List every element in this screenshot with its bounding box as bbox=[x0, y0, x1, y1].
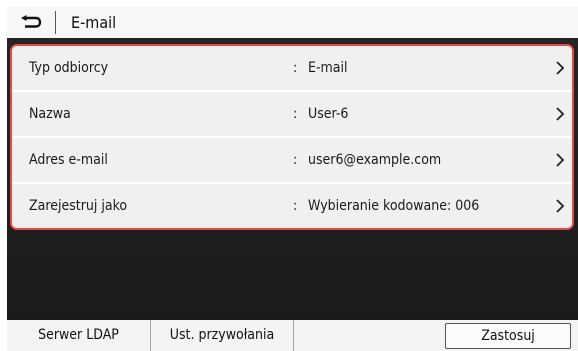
apply-button[interactable]: Zastosuj bbox=[445, 323, 571, 349]
back-button[interactable] bbox=[7, 7, 54, 38]
call-settings-button[interactable]: Ust. przywołania bbox=[151, 320, 293, 351]
row-register-as[interactable]: Zarejestruj jako : Wybieranie kodowane: … bbox=[12, 184, 572, 228]
chevron-right-icon bbox=[556, 199, 565, 213]
row-email-address[interactable]: Adres e-mail : user6@example.com bbox=[12, 138, 572, 182]
row-separator: : bbox=[293, 60, 298, 76]
recipient-settings-list: Typ odbiorcy : E-mail Nazwa : User-6 Adr… bbox=[10, 44, 574, 230]
title-divider bbox=[55, 11, 56, 34]
row-recipient-type[interactable]: Typ odbiorcy : E-mail bbox=[12, 46, 572, 90]
back-arrow-icon bbox=[20, 14, 41, 28]
chevron-right-icon bbox=[556, 153, 565, 167]
row-name[interactable]: Nazwa : User-6 bbox=[12, 92, 572, 136]
row-separator: : bbox=[293, 106, 298, 122]
row-label: Adres e-mail bbox=[29, 152, 108, 168]
device-screen: E-mail Typ odbiorcy : E-mail Nazwa : Use… bbox=[7, 7, 578, 351]
page-title: E-mail bbox=[71, 13, 117, 32]
title-bar: E-mail bbox=[7, 7, 578, 38]
row-value: Wybieranie kodowane: 006 bbox=[308, 198, 480, 214]
bottom-toolbar: Serwer LDAP Ust. przywołania Zastosuj bbox=[7, 320, 578, 351]
row-label: Nazwa bbox=[29, 106, 71, 122]
row-value: User-6 bbox=[308, 106, 349, 122]
chevron-right-icon bbox=[556, 61, 565, 75]
row-value: user6@example.com bbox=[308, 152, 442, 168]
row-value: E-mail bbox=[308, 60, 348, 76]
toolbar-divider bbox=[293, 320, 294, 351]
row-label: Zarejestruj jako bbox=[29, 198, 128, 214]
ldap-server-button[interactable]: Serwer LDAP bbox=[7, 320, 150, 351]
row-separator: : bbox=[293, 152, 298, 168]
chevron-right-icon bbox=[556, 107, 565, 121]
row-label: Typ odbiorcy bbox=[29, 60, 109, 76]
row-separator: : bbox=[293, 198, 298, 214]
